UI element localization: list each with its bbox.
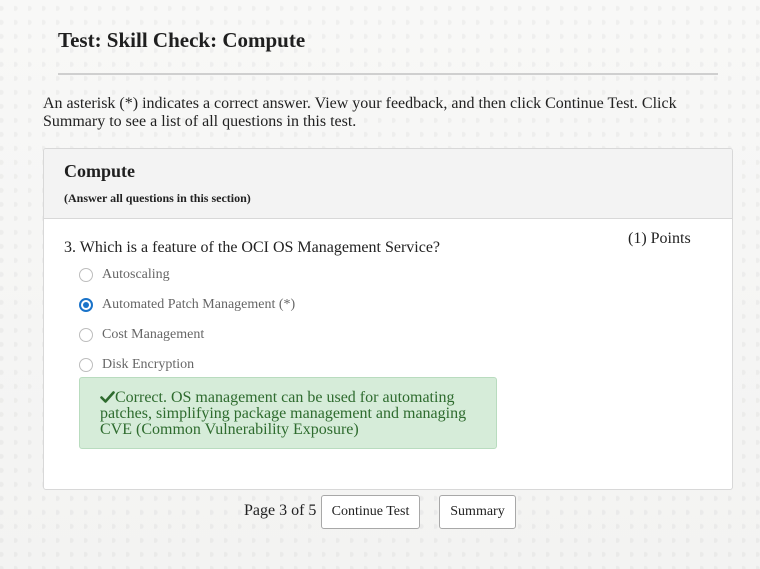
page-title: Test: Skill Check: Compute	[58, 28, 306, 52]
answer-option[interactable]: Disk Encryption	[79, 357, 194, 373]
section-subtitle: (Answer all questions in this section)	[64, 191, 251, 205]
feedback-text: Correct. OS management can be used for a…	[100, 389, 467, 438]
answer-option[interactable]: Autoscaling	[79, 267, 170, 283]
feedback-box: Correct. OS management can be used for a…	[79, 377, 497, 449]
answer-option[interactable]: Automated Patch Management (*)	[79, 297, 295, 313]
answer-label: Cost Management	[102, 327, 205, 342]
radio-button[interactable]	[79, 358, 93, 372]
instructions-text: An asterisk (*) indicates a correct answ…	[43, 95, 677, 130]
summary-button[interactable]: Summary	[439, 495, 516, 529]
continue-test-button[interactable]: Continue Test	[321, 495, 420, 529]
test-page: Test: Skill Check: Compute An asterisk (…	[0, 0, 760, 569]
answer-label: Autoscaling	[102, 267, 170, 282]
radio-button-selected[interactable]	[79, 298, 93, 312]
answer-label: Automated Patch Management (*)	[102, 297, 296, 312]
answer-label: Disk Encryption	[102, 357, 195, 372]
radio-button[interactable]	[79, 268, 93, 282]
points-label: (1) Points	[628, 230, 691, 247]
checkmark-icon	[100, 391, 115, 403]
page-indicator: Page 3 of 5	[244, 502, 317, 519]
radio-button[interactable]	[79, 328, 93, 342]
question-text: 3. Which is a feature of the OCI OS Mana…	[64, 239, 441, 256]
section-header: Compute (Answer all questions in this se…	[44, 149, 732, 219]
section-title: Compute	[64, 161, 135, 181]
title-divider	[58, 73, 718, 75]
section-panel: Compute (Answer all questions in this se…	[43, 148, 733, 490]
answer-option[interactable]: Cost Management	[79, 327, 204, 343]
